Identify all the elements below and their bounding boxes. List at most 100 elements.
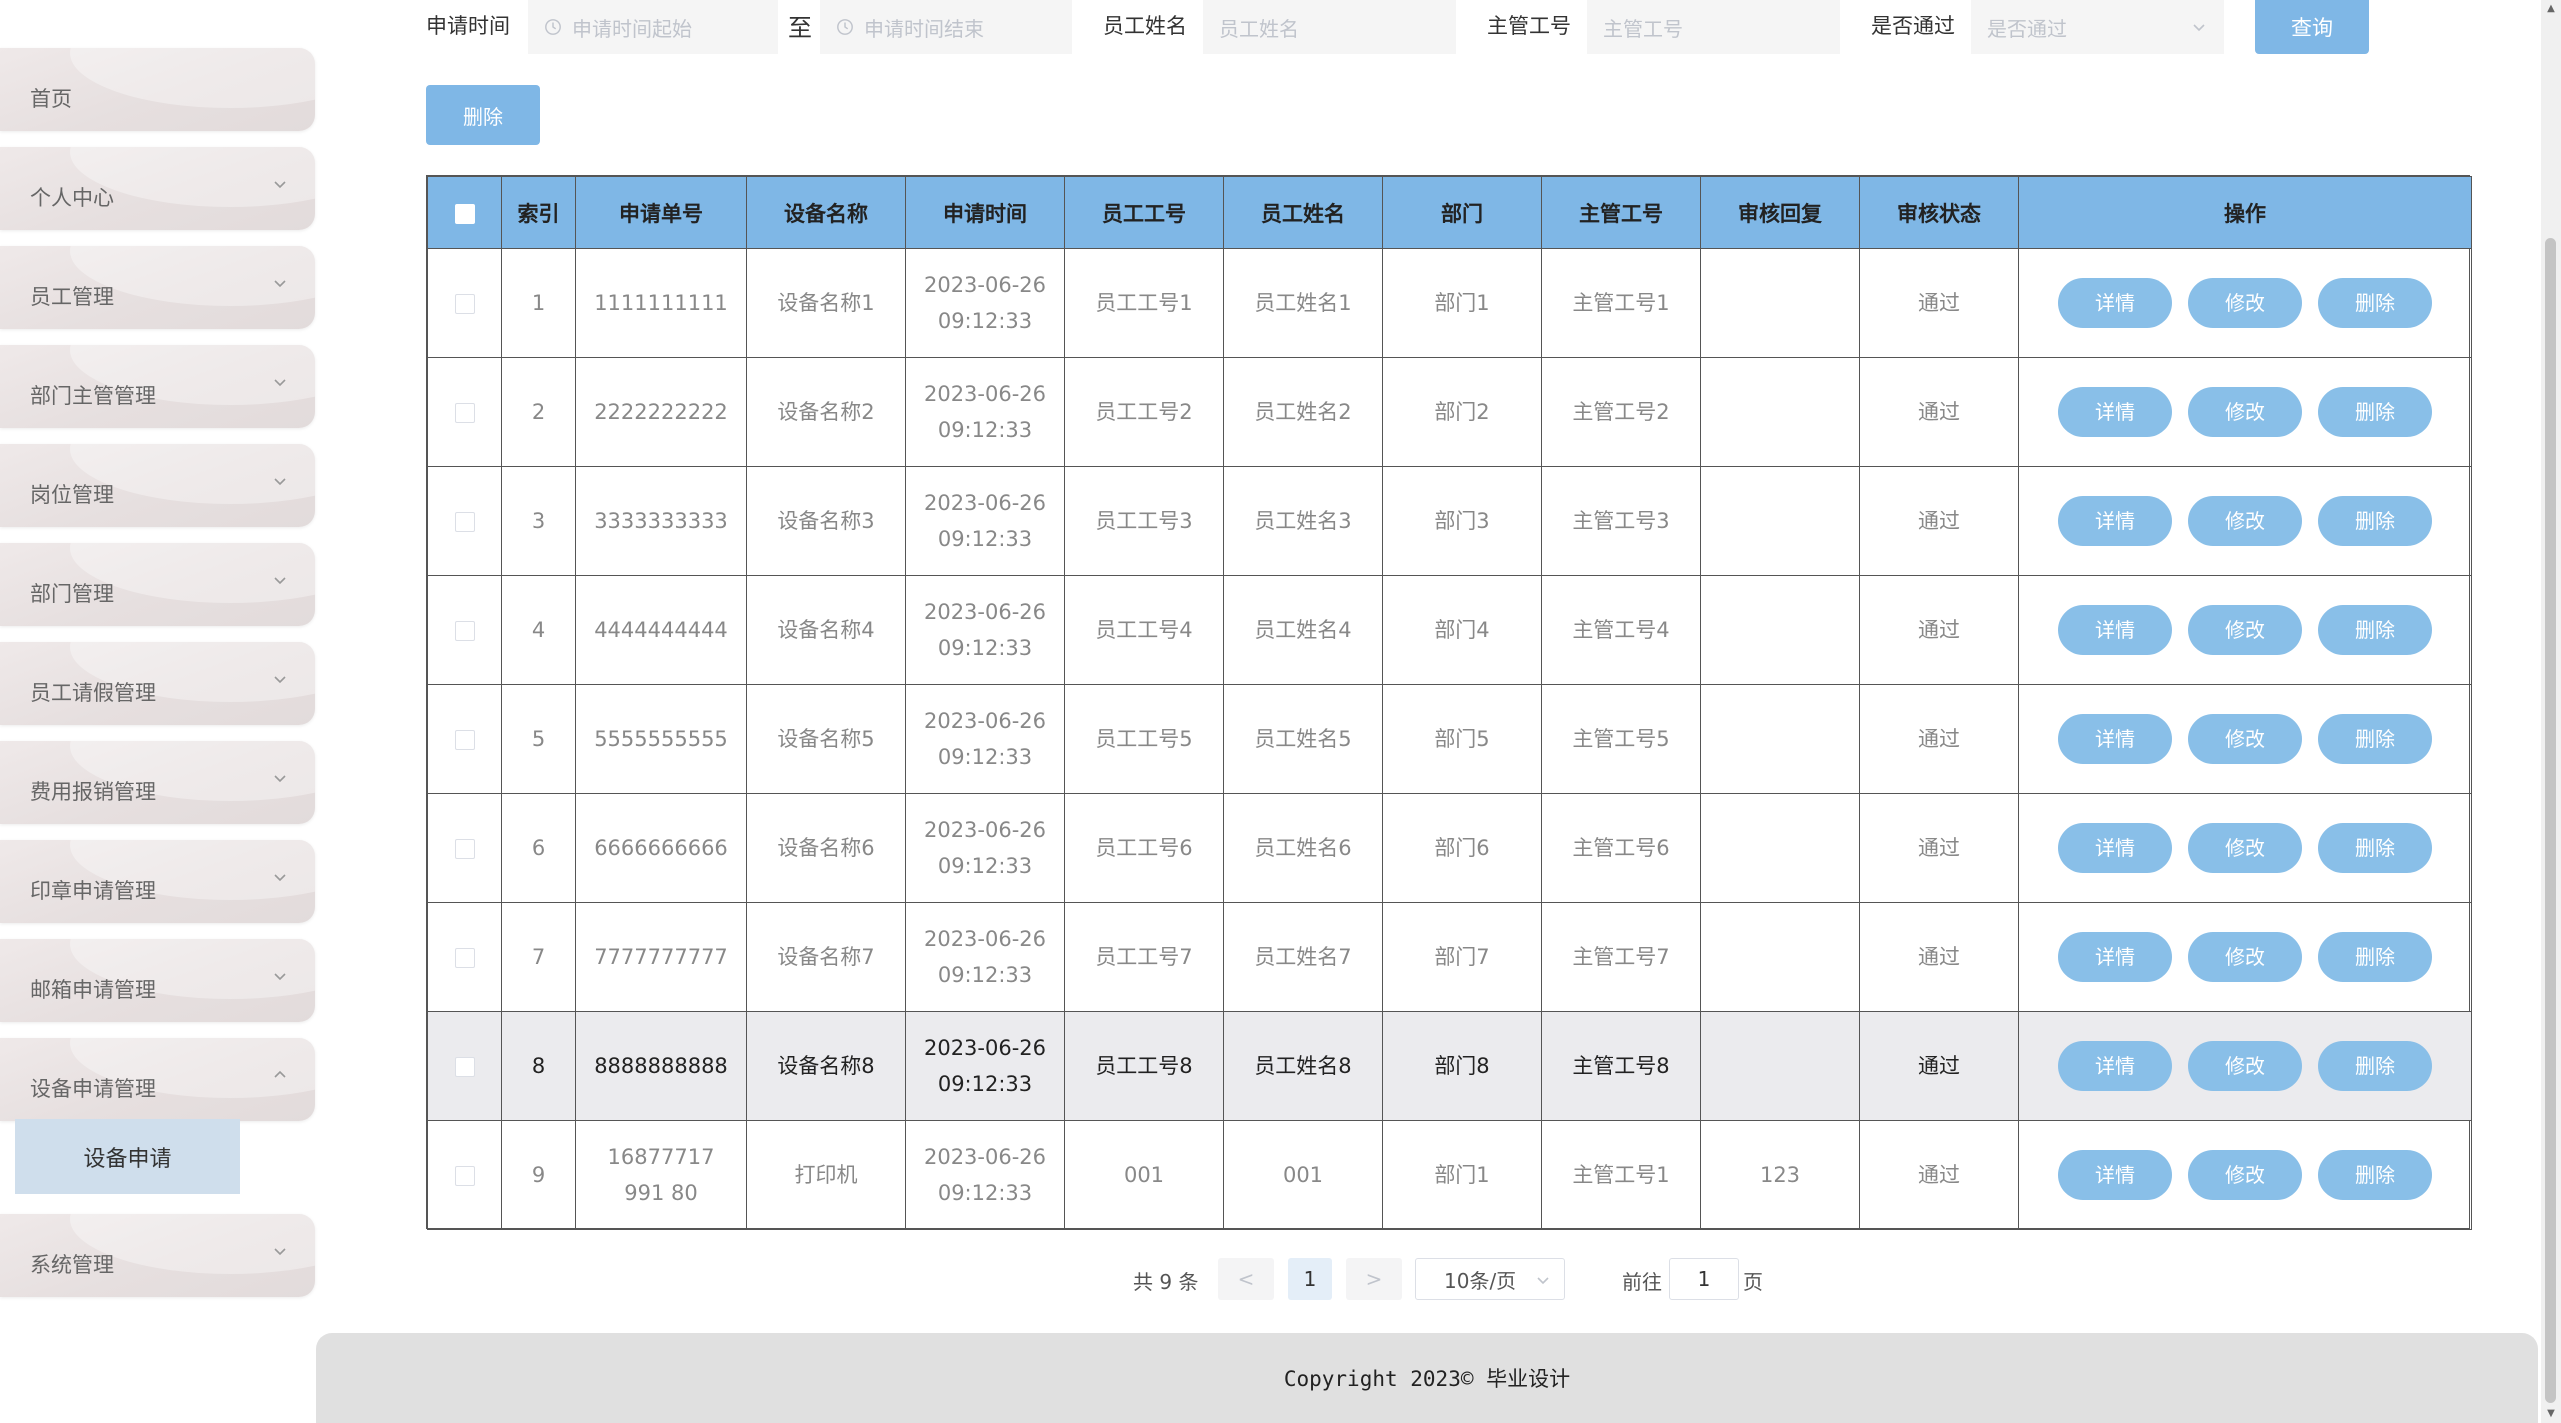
- detail-button[interactable]: 详情: [2058, 387, 2172, 437]
- sidebar-item-11[interactable]: 系统管理: [0, 1214, 315, 1297]
- row-checkbox[interactable]: [454, 403, 475, 423]
- row-select-cell: [427, 1011, 502, 1121]
- detail-button[interactable]: 详情: [2058, 714, 2172, 764]
- table-row[interactable]: 3 3333333333 设备名称3 2023-06-26 09:12:33 员工工号3 员…: [427, 466, 2472, 576]
- page-number-1[interactable]: 1: [1288, 1258, 1332, 1300]
- cell-status: 通过: [1859, 575, 2019, 685]
- edit-button[interactable]: 修改: [2188, 278, 2302, 328]
- detail-button[interactable]: 详情: [2058, 605, 2172, 655]
- apply-time-start-input[interactable]: 申请时间起始: [528, 0, 778, 54]
- batch-delete-button[interactable]: 删除: [426, 85, 540, 145]
- detail-button[interactable]: 详情: [2058, 932, 2172, 982]
- delete-button[interactable]: 删除: [2318, 496, 2432, 546]
- sidebar-item-9[interactable]: 邮箱申请管理: [0, 939, 315, 1022]
- delete-button[interactable]: 删除: [2318, 278, 2432, 328]
- sidebar-item-8[interactable]: 印章申请管理: [0, 840, 315, 923]
- scroll-down-icon[interactable]: ▼: [2545, 1408, 2557, 1420]
- detail-button[interactable]: 详情: [2058, 278, 2172, 328]
- sidebar-item-6[interactable]: 员工请假管理: [0, 642, 315, 725]
- table-row[interactable]: 7 7777777777 设备名称7 2023-06-26 09:12:33 员工工号7 员…: [427, 902, 2472, 1012]
- apply-time-cell: 2023-06-26 09:12:33: [905, 902, 1065, 1012]
- row-checkbox[interactable]: [454, 948, 475, 968]
- chevron-down-icon: [273, 177, 286, 189]
- edit-button[interactable]: 修改: [2188, 823, 2302, 873]
- select-all-checkbox[interactable]: [454, 203, 475, 224]
- cell-mgr-no: 主管工号1: [1541, 1120, 1701, 1230]
- table-row[interactable]: 2 2222222222 设备名称2 2023-06-26 09:12:33 员工工号2 员…: [427, 357, 2472, 467]
- detail-button[interactable]: 详情: [2058, 823, 2172, 873]
- approved-select[interactable]: 是否通过: [1971, 0, 2224, 54]
- table-row[interactable]: 9 16877717991 80 打印机 2023-06-26 09:12:33 001 0…: [427, 1120, 2472, 1230]
- table-row[interactable]: 5 5555555555 设备名称5 2023-06-26 09:12:33 员工工号5 员…: [427, 684, 2472, 794]
- next-page-button[interactable]: >: [1346, 1258, 1402, 1300]
- sidebar-item-4[interactable]: 岗位管理: [0, 444, 315, 527]
- apply-time-label: 申请时间: [426, 14, 510, 38]
- cell-text: 主管工号1: [1572, 291, 1670, 315]
- cell-status: 通过: [1859, 357, 2019, 467]
- cell-emp-no: 员工工号8: [1064, 1011, 1224, 1121]
- delete-button[interactable]: 删除: [2318, 714, 2432, 764]
- page-size-select[interactable]: 10条/页: [1415, 1258, 1565, 1300]
- actions-cell: 详情 修改 删除: [2018, 466, 2472, 576]
- sidebar-item-0[interactable]: 首页: [0, 48, 315, 131]
- apply-date: 2023-06-26: [923, 1145, 1047, 1169]
- prev-page-button[interactable]: <: [1218, 1258, 1274, 1300]
- edit-button[interactable]: 修改: [2188, 1150, 2302, 1200]
- sidebar-item-10[interactable]: 设备申请管理: [0, 1038, 315, 1121]
- sidebar-item-1[interactable]: 个人中心: [0, 147, 315, 230]
- detail-button[interactable]: 详情: [2058, 1150, 2172, 1200]
- edit-button[interactable]: 修改: [2188, 714, 2302, 764]
- delete-button[interactable]: 删除: [2318, 387, 2432, 437]
- detail-button[interactable]: 详情: [2058, 1041, 2172, 1091]
- cell-reply: [1700, 466, 1860, 576]
- chevron-down-icon: [273, 672, 286, 684]
- sidebar-item-3[interactable]: 部门主管管理: [0, 345, 315, 428]
- row-checkbox[interactable]: [454, 730, 475, 750]
- cell-text: 通过: [1918, 1054, 1960, 1078]
- column-header: 操作: [2018, 176, 2472, 249]
- pagination-total: 共 9 条: [1133, 1269, 1199, 1294]
- row-checkbox[interactable]: [454, 839, 475, 859]
- query-button[interactable]: 查询: [2255, 0, 2369, 54]
- edit-button[interactable]: 修改: [2188, 387, 2302, 437]
- column-header: 申请时间: [905, 176, 1065, 249]
- sidebar-item-label: 部门主管管理: [30, 384, 156, 408]
- edit-button[interactable]: 修改: [2188, 1041, 2302, 1091]
- edit-button[interactable]: 修改: [2188, 932, 2302, 982]
- delete-button[interactable]: 删除: [2318, 605, 2432, 655]
- sidebar-item-7[interactable]: 费用报销管理: [0, 741, 315, 824]
- row-checkbox[interactable]: [454, 1166, 475, 1186]
- edit-button[interactable]: 修改: [2188, 605, 2302, 655]
- delete-button[interactable]: 删除: [2318, 1041, 2432, 1091]
- actions-cell: 详情 修改 删除: [2018, 575, 2472, 685]
- delete-button[interactable]: 删除: [2318, 823, 2432, 873]
- sidebar-item-5[interactable]: 部门管理: [0, 543, 315, 626]
- table-row[interactable]: 8 8888888888 设备名称8 2023-06-26 09:12:33 员工工号8 员…: [427, 1011, 2472, 1121]
- delete-button[interactable]: 删除: [2318, 932, 2432, 982]
- row-checkbox[interactable]: [454, 621, 475, 641]
- apply-time-end-input[interactable]: 申请时间结束: [820, 0, 1072, 54]
- table-row[interactable]: 1 1111111111 设备名称1 2023-06-26 09:12:33 员工工号1 员…: [427, 248, 2472, 358]
- cell-no: 5555555555: [575, 684, 747, 794]
- goto-page-input[interactable]: 1: [1669, 1258, 1739, 1300]
- page-suffix: 页: [1743, 1269, 1763, 1294]
- delete-button[interactable]: 删除: [2318, 1150, 2432, 1200]
- row-checkbox[interactable]: [454, 294, 475, 314]
- sidebar-item-2[interactable]: 员工管理: [0, 246, 315, 329]
- scroll-thumb[interactable]: [2545, 238, 2556, 1403]
- vertical-scrollbar[interactable]: ▲ ▼: [2541, 0, 2561, 1423]
- edit-button[interactable]: 修改: [2188, 496, 2302, 546]
- cell-dept: 部门1: [1382, 1120, 1542, 1230]
- scroll-up-icon[interactable]: ▲: [2545, 3, 2557, 15]
- cell-device: 设备名称6: [746, 793, 906, 903]
- row-checkbox[interactable]: [454, 1057, 475, 1077]
- cell-dept: 部门5: [1382, 684, 1542, 794]
- manager-no-input[interactable]: 主管工号: [1587, 0, 1840, 54]
- employee-name-input[interactable]: 员工姓名: [1203, 0, 1456, 54]
- table-row[interactable]: 4 4444444444 设备名称4 2023-06-26 09:12:33 员工工号4 员…: [427, 575, 2472, 685]
- row-checkbox[interactable]: [454, 512, 475, 532]
- cell-text: 001: [1123, 1163, 1165, 1187]
- detail-button[interactable]: 详情: [2058, 496, 2172, 546]
- table-row[interactable]: 6 6666666666 设备名称6 2023-06-26 09:12:33 员工工号6 员…: [427, 793, 2472, 903]
- submenu-item-device-apply[interactable]: 设备申请: [15, 1119, 240, 1194]
